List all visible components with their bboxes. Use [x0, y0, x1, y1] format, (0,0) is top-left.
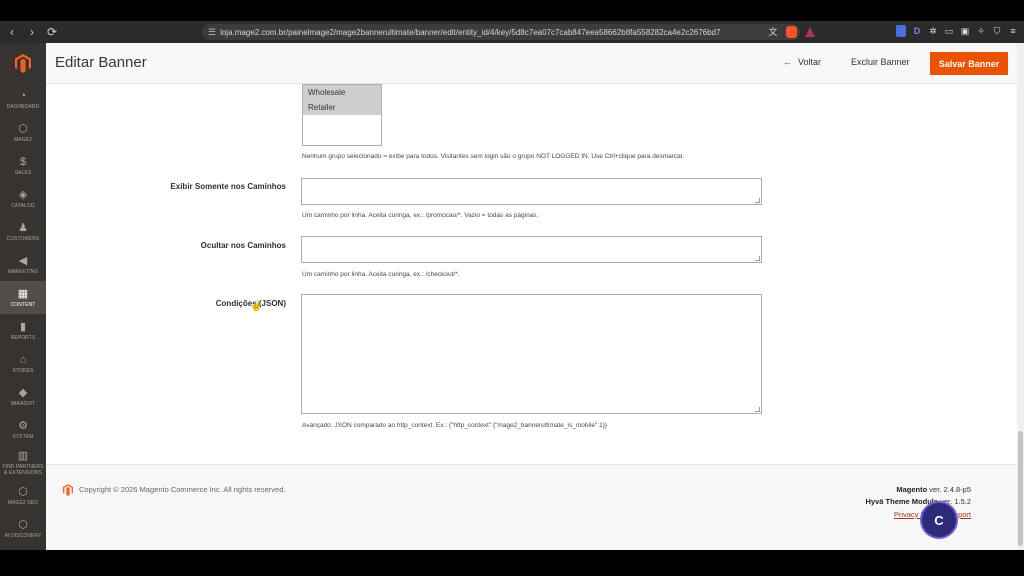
url-text: loja.mage2.com.br/painelmage2/mage2banne…: [220, 27, 721, 37]
magento-version-number: ver. 2.4.8-p5: [929, 485, 971, 494]
show-paths-note: Um caminho por linha. Aceita curinga, ex…: [302, 212, 539, 219]
arrow-left-icon: ←: [783, 57, 792, 67]
sidebar-item-customers[interactable]: ♟ CUSTOMERS: [0, 215, 46, 248]
extension-icon[interactable]: [896, 25, 906, 37]
cube-icon: ◈: [18, 188, 28, 201]
page-footer: Copyright © 2026 Magento Commerce Inc. A…: [46, 464, 1024, 550]
admin-sidebar: ◔ DASHBOARD ⬡ MAGE2 $ SALES ◈ CATALOG ♟ CUSTO…: [0, 43, 46, 550]
hexagon-icon: ⬡: [18, 485, 28, 498]
conditions-json-textarea[interactable]: [301, 294, 762, 414]
magento-logo[interactable]: [0, 43, 46, 83]
sidebar-item-ai-discovery[interactable]: ⬡ AI DISCOVERY: [0, 512, 46, 545]
bar-chart-icon: ▮: [19, 320, 27, 333]
resize-grip-icon[interactable]: [755, 256, 760, 261]
sidebar-item-stores[interactable]: ⌂ STORES: [0, 347, 46, 380]
show-paths-label: Exibir Somente nos Caminhos: [170, 182, 286, 191]
brave-rewards-icon[interactable]: [805, 27, 815, 37]
sidebar-item-content[interactable]: ▦ CONTENT: [0, 281, 46, 314]
copyright-text: Copyright © 2026 Magento Commerce Inc. A…: [79, 485, 286, 494]
sidebar-item-marketing[interactable]: ◀ MARKETING: [0, 248, 46, 281]
sidebar-item-dashboard[interactable]: ◔ DASHBOARD: [0, 83, 46, 116]
back-button[interactable]: ← Voltar: [783, 57, 821, 67]
back-arrow-icon[interactable]: ‹: [4, 25, 20, 39]
leo-ai-icon[interactable]: ✧: [976, 25, 986, 37]
groups-note: Nenhum grupo selecionado = exibe para to…: [302, 153, 685, 160]
dashboard-icon: ◔: [19, 89, 27, 102]
browser-window: ‹ › ⟳ ☰ loja.mage2.com.br/painelmage2/ma…: [0, 0, 1024, 576]
hyva-name: Hyvä Theme Module: [865, 497, 939, 506]
resize-grip-icon[interactable]: [755, 407, 760, 412]
save-banner-button[interactable]: Salvar Banner: [930, 52, 1008, 75]
store-icon: ⌂: [19, 353, 27, 366]
scrollbar-thumb[interactable]: [1018, 431, 1023, 546]
vpn-icon[interactable]: ⛉: [992, 25, 1002, 37]
mouse-cursor-icon: ☝: [250, 301, 263, 312]
building-icon: ▥: [17, 449, 29, 462]
page-scrollbar[interactable]: [1017, 43, 1024, 550]
diamond-icon: ◆: [18, 386, 28, 399]
browser-toolbar: ‹ › ⟳ ☰ loja.mage2.com.br/painelmage2/ma…: [0, 21, 1024, 43]
hide-paths-label: Ocultar nos Caminhos: [200, 241, 286, 250]
hyva-version: Hyvä Theme Module ver. 1.5.2: [866, 497, 971, 506]
site-settings-icon[interactable]: ☰: [208, 27, 216, 38]
gear-icon: ⚙: [18, 419, 28, 432]
extension-d-icon[interactable]: D: [912, 25, 922, 37]
main-content: Editar Banner ← Voltar Excluir Banner Sa…: [46, 43, 1024, 550]
translate-icon[interactable]: 文: [768, 26, 778, 38]
extensions-bar: D ✲ ▭ ▣ ✧ ⛉ ≡: [896, 25, 1018, 37]
layout-icon: ▦: [17, 287, 29, 300]
conditions-note: Avançado: JSON comparado ao http_context…: [302, 422, 608, 429]
reload-icon[interactable]: ⟳: [44, 25, 60, 39]
show-paths-textarea[interactable]: [301, 178, 762, 205]
magento-footer-logo-icon: [63, 484, 73, 496]
sidebar-item-system[interactable]: ⚙ SYSTEM: [0, 413, 46, 446]
sidebar-item-catalog[interactable]: ◈ CATALOG: [0, 182, 46, 215]
sidebar-item-sales[interactable]: $ SALES: [0, 149, 46, 182]
hide-paths-note: Um caminho por linha. Aceita curinga, ex…: [302, 271, 460, 278]
resize-grip-icon[interactable]: [755, 198, 760, 203]
sidebar-toggle-icon[interactable]: ▭: [944, 25, 954, 37]
wallet-icon[interactable]: ▣: [960, 25, 970, 37]
magento-name: Magento: [896, 485, 928, 494]
chat-avatar-button[interactable]: C: [922, 503, 956, 537]
delete-banner-button[interactable]: Excluir Banner: [851, 57, 910, 67]
brave-shield-icon[interactable]: [786, 26, 797, 38]
option-retailer[interactable]: Retailer: [303, 100, 381, 115]
dollar-icon: $: [19, 155, 27, 168]
sidebar-item-find-partners[interactable]: ▥ FIND PARTNERS & EXTENSIONS: [0, 446, 46, 479]
page-header: Editar Banner ← Voltar Excluir Banner Sa…: [46, 43, 1024, 84]
page-title: Editar Banner: [55, 54, 147, 71]
address-bar[interactable]: ☰ loja.mage2.com.br/painelmage2/mage2ban…: [202, 24, 800, 40]
back-button-label: Voltar: [798, 57, 822, 67]
hexagon-icon: ⬡: [18, 122, 28, 135]
person-icon: ♟: [18, 221, 28, 234]
hexagon-icon: ⬡: [18, 518, 28, 531]
forward-arrow-icon[interactable]: ›: [24, 25, 40, 39]
option-wholesale[interactable]: Wholesale: [303, 85, 381, 100]
magento-version: Magento ver. 2.4.8-p5: [896, 485, 971, 494]
magento-logo-icon: [15, 53, 31, 73]
megaphone-icon: ◀: [18, 254, 28, 267]
sidebar-item-reports[interactable]: ▮ REPORTS: [0, 314, 46, 347]
sidebar-item-mirasvit[interactable]: ◆ MIRASVIT: [0, 380, 46, 413]
customer-groups-multiselect[interactable]: Wholesale Retailer: [302, 84, 382, 146]
admin-page: ◔ DASHBOARD ⬡ MAGE2 $ SALES ◈ CATALOG ♟ CUSTO…: [0, 43, 1024, 550]
hide-paths-textarea[interactable]: [301, 236, 762, 263]
sidebar-item-mage2-seo[interactable]: ⬡ MAGE2 SEO: [0, 479, 46, 512]
puzzle-icon[interactable]: ✲: [928, 25, 938, 37]
menu-icon[interactable]: ≡: [1008, 25, 1018, 37]
sidebar-item-mage2[interactable]: ⬡ MAGE2: [0, 116, 46, 149]
